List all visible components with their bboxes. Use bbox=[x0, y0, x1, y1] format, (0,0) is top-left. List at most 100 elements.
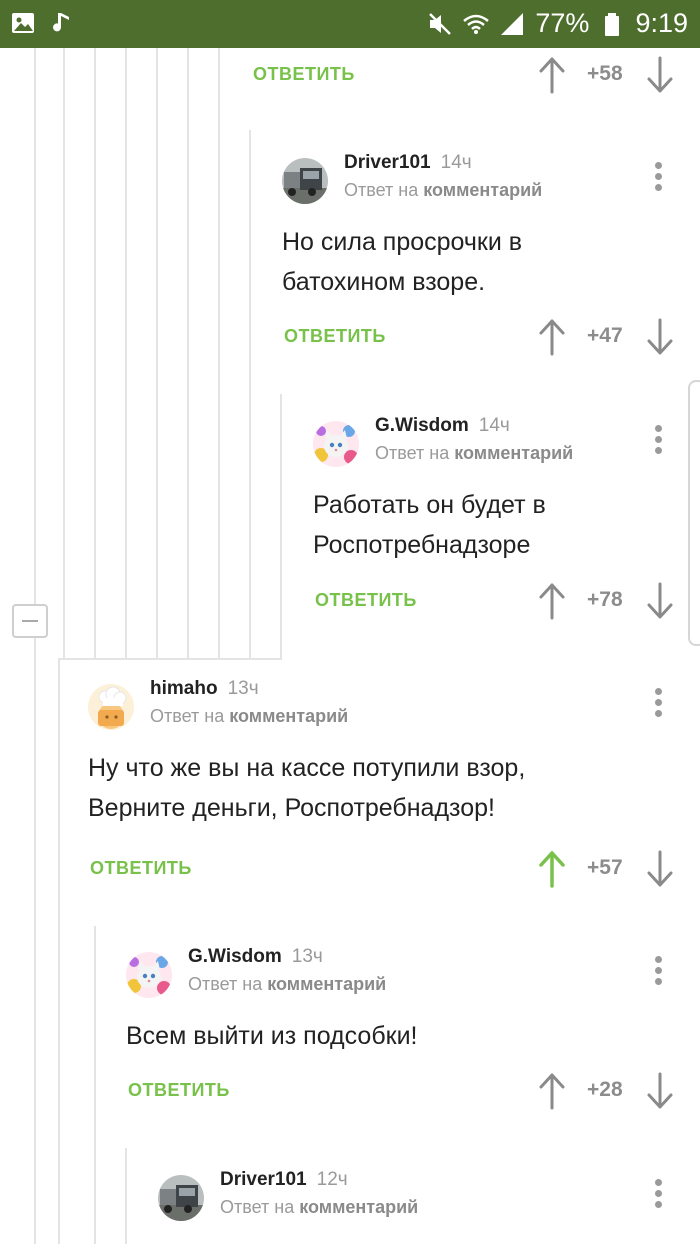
upvote-arrow-icon[interactable] bbox=[537, 56, 567, 94]
reply-target-link[interactable]: комментарий bbox=[267, 974, 386, 994]
comment-line: Всем выйти из подсобки! bbox=[126, 1022, 418, 1050]
reply-button[interactable]: ОТВЕТИТЬ bbox=[315, 590, 417, 611]
upvote-arrow-icon[interactable] bbox=[537, 582, 567, 620]
reply-prefix: Ответ на bbox=[188, 974, 263, 994]
reply-button[interactable]: ОТВЕТИТЬ bbox=[90, 858, 192, 879]
timestamp: 13ч bbox=[227, 678, 259, 699]
reply-button[interactable]: ОТВЕТИТЬ bbox=[284, 326, 386, 347]
thread-line bbox=[187, 48, 189, 658]
wifi-icon bbox=[463, 11, 490, 37]
reply-target-link[interactable]: комментарий bbox=[229, 706, 348, 726]
reply-to: Ответ на комментарий bbox=[344, 180, 542, 201]
timestamp: 12ч bbox=[316, 1169, 348, 1190]
score: +28 bbox=[587, 1078, 623, 1101]
comment-text: Работать он будет в Роспотребнадзоре bbox=[313, 485, 546, 565]
comment-line: Роспотребнадзоре bbox=[313, 531, 531, 559]
thread-line bbox=[280, 394, 282, 658]
username[interactable]: Driver101 14ч bbox=[344, 152, 472, 174]
comment-text: Всем выйти из подсобки! bbox=[126, 1016, 418, 1056]
score: +58 bbox=[587, 62, 623, 85]
thread-line bbox=[218, 48, 220, 658]
thread-line bbox=[58, 658, 60, 1244]
username-text[interactable]: G.Wisdom bbox=[188, 946, 282, 967]
action-row: ОТВЕТИТЬ +57 bbox=[90, 850, 680, 890]
reply-prefix: Ответ на bbox=[344, 180, 419, 200]
upvote-arrow-icon[interactable] bbox=[537, 318, 567, 356]
username-text[interactable]: himaho bbox=[150, 678, 218, 699]
comment-text: Ну что же вы на кассе потупили взор, Вер… bbox=[88, 748, 525, 828]
scrollbar-handle[interactable] bbox=[688, 380, 700, 646]
collapse-thread-button[interactable] bbox=[12, 604, 48, 638]
status-bar: 77% 9:19 bbox=[0, 0, 700, 48]
downvote-arrow-icon[interactable] bbox=[645, 56, 675, 94]
comment-line: Верните деньги, Роспотребнадзор! bbox=[88, 794, 495, 822]
reply-prefix: Ответ на bbox=[375, 443, 450, 463]
downvote-arrow-icon[interactable] bbox=[645, 318, 675, 356]
reply-to: Ответ на комментарий bbox=[150, 706, 348, 727]
timestamp: 14ч bbox=[440, 152, 472, 173]
music-note-icon bbox=[50, 10, 76, 36]
more-options-icon[interactable] bbox=[655, 1179, 663, 1209]
upvote-arrow-icon[interactable] bbox=[537, 1072, 567, 1110]
reply-button[interactable]: ОТВЕТИТЬ bbox=[128, 1080, 230, 1101]
battery-percent: 77% bbox=[535, 8, 590, 38]
thread-line bbox=[156, 48, 158, 658]
downvote-arrow-icon[interactable] bbox=[645, 850, 675, 888]
username-text[interactable]: Driver101 bbox=[344, 152, 431, 173]
thread-line bbox=[34, 48, 36, 1244]
reply-button[interactable]: ОТВЕТИТЬ bbox=[253, 64, 355, 85]
cat-avatar[interactable] bbox=[313, 421, 359, 467]
timestamp: 13ч bbox=[291, 946, 323, 967]
action-row: ОТВЕТИТЬ +47 bbox=[284, 318, 684, 358]
thread-line bbox=[63, 48, 65, 658]
reply-to: Ответ на комментарий bbox=[188, 974, 386, 995]
image-icon bbox=[10, 10, 36, 36]
battery-icon bbox=[599, 11, 625, 37]
comment-line: Работать он будет в bbox=[313, 491, 546, 519]
username[interactable]: Driver101 12ч bbox=[220, 1169, 348, 1191]
username-text[interactable]: Driver101 bbox=[220, 1169, 307, 1190]
action-row: ОТВЕТИТЬ +28 bbox=[128, 1072, 678, 1112]
action-row: ОТВЕТИТЬ +78 bbox=[315, 582, 685, 622]
clock: 9:19 bbox=[635, 8, 688, 38]
comment-line: Ну что же вы на кассе потупили взор, bbox=[88, 754, 526, 782]
action-row: ОТВЕТИТЬ +58 bbox=[253, 56, 673, 96]
comment-line: Но сила просрочки в bbox=[282, 228, 523, 256]
signal-icon bbox=[499, 11, 525, 37]
username[interactable]: G.Wisdom 13ч bbox=[188, 946, 323, 968]
reply-prefix: Ответ на bbox=[220, 1197, 295, 1217]
more-options-icon[interactable] bbox=[655, 956, 663, 986]
reply-to: Ответ на комментарий bbox=[220, 1197, 418, 1218]
comment-text: Но сила просрочки в батохином взоре. bbox=[282, 222, 522, 302]
thread-line bbox=[58, 658, 282, 660]
reply-target-link[interactable]: комментарий bbox=[423, 180, 542, 200]
thread-line bbox=[125, 1148, 127, 1244]
comment-line: батохином взоре. bbox=[282, 268, 486, 296]
cat-avatar[interactable] bbox=[126, 952, 172, 998]
more-options-icon[interactable] bbox=[655, 688, 663, 718]
score: +78 bbox=[587, 588, 623, 611]
thread-line bbox=[249, 130, 251, 658]
username-text[interactable]: G.Wisdom bbox=[375, 415, 469, 436]
more-options-icon[interactable] bbox=[655, 162, 663, 192]
thread-line bbox=[94, 926, 96, 1244]
downvote-arrow-icon[interactable] bbox=[645, 1072, 675, 1110]
reply-prefix: Ответ на bbox=[150, 706, 225, 726]
downvote-arrow-icon[interactable] bbox=[645, 582, 675, 620]
reply-target-link[interactable]: комментарий bbox=[299, 1197, 418, 1217]
reply-target-link[interactable]: комментарий bbox=[454, 443, 573, 463]
truck-avatar[interactable] bbox=[158, 1175, 204, 1221]
chef-avatar[interactable] bbox=[88, 684, 134, 730]
upvote-arrow-icon[interactable] bbox=[537, 850, 567, 888]
reply-to: Ответ на комментарий bbox=[375, 443, 573, 464]
thread-line bbox=[125, 48, 127, 658]
more-options-icon[interactable] bbox=[655, 425, 663, 455]
score: +47 bbox=[587, 324, 623, 347]
username[interactable]: G.Wisdom 14ч bbox=[375, 415, 510, 437]
username[interactable]: himaho 13ч bbox=[150, 678, 259, 700]
thread-line bbox=[94, 48, 96, 658]
score: +57 bbox=[587, 856, 623, 879]
truck-avatar[interactable] bbox=[282, 158, 328, 204]
mute-icon bbox=[427, 11, 453, 37]
timestamp: 14ч bbox=[478, 415, 510, 436]
